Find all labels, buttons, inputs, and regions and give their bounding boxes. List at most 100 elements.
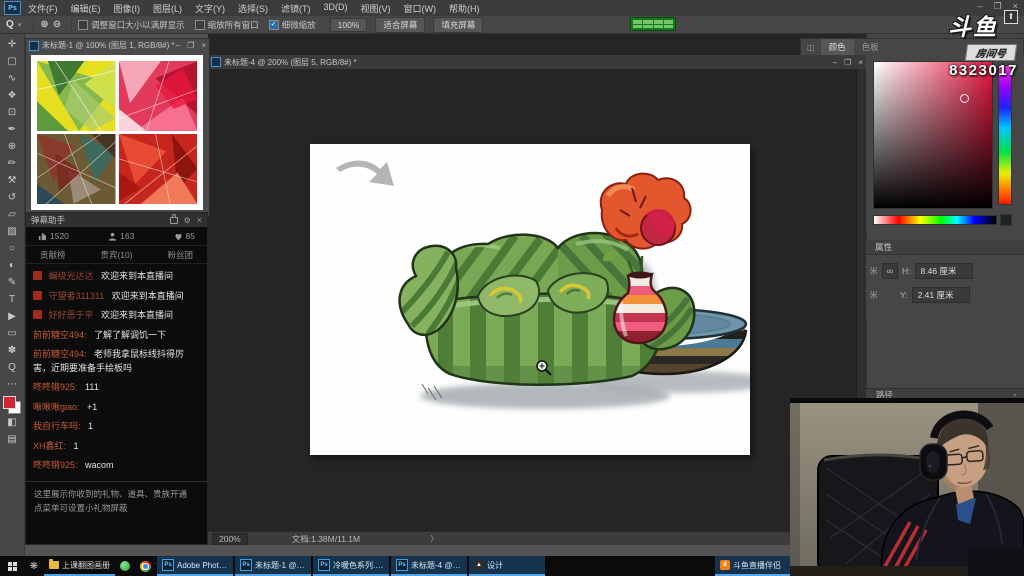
chat-username[interactable]: 前前糖空494:	[33, 349, 87, 359]
start-button[interactable]	[0, 562, 24, 571]
tool-item[interactable]: ✛	[2, 36, 23, 53]
minimize-icon[interactable]: –	[833, 58, 837, 67]
y-position-field[interactable]: 2.41 厘米	[912, 287, 970, 303]
chat-username[interactable]: 前前糖空494:	[33, 330, 87, 340]
app-label: 冷暖色系列.jpg @...	[333, 560, 384, 571]
tab-color[interactable]: 颜色	[821, 39, 854, 55]
chat-username[interactable]: 我自行车吗:	[33, 421, 81, 431]
menu-item[interactable]: 3D(D)	[324, 2, 348, 15]
status-arrow[interactable]: 〉	[430, 533, 439, 545]
foreground-color-swatch[interactable]	[3, 396, 16, 409]
chat-username[interactable]: 守望者311311	[49, 291, 105, 301]
tool-item[interactable]: Q	[2, 359, 23, 376]
restore-icon[interactable]: ❐	[844, 58, 851, 67]
chat-username[interactable]: 好好恶于平	[49, 310, 94, 320]
tool-item[interactable]: ⚒	[2, 172, 23, 189]
tool-item[interactable]: ⊡	[2, 104, 23, 121]
tool-item[interactable]: ✒	[2, 121, 23, 138]
height-field[interactable]: 8.46 厘米	[915, 263, 973, 279]
tool-item[interactable]: ▢	[2, 53, 23, 70]
green-app-icon[interactable]	[115, 561, 135, 571]
chat-header[interactable]: 弹幕助手 ⚙ ×	[26, 213, 207, 227]
zoom-out-button[interactable]: ⊖	[53, 19, 61, 30]
chat-username[interactable]: XH鑫红:	[33, 441, 66, 451]
chat-username[interactable]: 蝙级光达达	[49, 271, 94, 281]
taskbar-app-button[interactable]: d 斗鱼直播伴侣	[715, 556, 791, 576]
menu-item[interactable]: 图像(I)	[114, 2, 141, 15]
link-dimensions-icon[interactable]: ∞	[882, 263, 898, 279]
taskbar-app-button[interactable]: Ps 未标题-1 @ 100%...	[235, 556, 311, 576]
tool-item[interactable]: ◐	[2, 257, 23, 274]
tool-item[interactable]: ▨	[2, 223, 23, 240]
taskbar-app-button[interactable]: Ps 未标题-4 @ 200%...	[391, 556, 467, 576]
tool-item[interactable]: ⋯	[2, 376, 23, 393]
tool-item[interactable]: ✽	[2, 342, 23, 359]
gear-icon[interactable]: ⚙	[184, 216, 191, 225]
chat-username[interactable]: 啾啾啾giao:	[33, 402, 80, 412]
menu-item[interactable]: 滤镜(T)	[281, 2, 311, 15]
menu-item[interactable]: 窗口(W)	[404, 2, 437, 15]
close-icon[interactable]: ×	[201, 41, 206, 50]
thumbs-up-icon	[38, 232, 47, 241]
doc1-canvas[interactable]	[31, 55, 203, 210]
lock-icon[interactable]	[170, 217, 178, 224]
pinwheel-app-icon[interactable]: ❋	[24, 561, 44, 572]
quick-mask-button[interactable]: ◧	[2, 414, 23, 431]
zoom-all-windows-checkbox[interactable]	[195, 20, 205, 30]
fill-screen-button[interactable]: 填充屏幕	[433, 17, 483, 33]
menu-item[interactable]: 帮助(H)	[449, 2, 480, 15]
menu-item[interactable]: 文件(F)	[28, 2, 58, 15]
tool-item[interactable]: ✎	[2, 274, 23, 291]
zoom-in-button[interactable]: ⊕	[40, 19, 48, 30]
tool-item[interactable]: ○	[2, 240, 23, 257]
color-ramp[interactable]	[873, 215, 997, 225]
minimize-icon[interactable]: –	[176, 41, 180, 50]
doc1-titlebar[interactable]: 未标题-1 @ 100% (图层 1, RGB/8#) * – ❐ ×	[26, 39, 209, 52]
properties-panel-header[interactable]: 属性	[866, 240, 1024, 255]
tab-swatches[interactable]: 色板	[854, 39, 887, 55]
tool-item[interactable]: ⊕	[2, 138, 23, 155]
menu-item[interactable]: 图层(L)	[153, 2, 182, 15]
tool-item[interactable]: ▭	[2, 325, 23, 342]
chat-tab[interactable]: 贡献榜	[40, 249, 66, 261]
zoom-100-button[interactable]: 100%	[330, 18, 368, 32]
restore-icon[interactable]: ❐	[187, 41, 194, 50]
tool-item[interactable]: ❖	[2, 87, 23, 104]
chat-tab[interactable]: 贵宾(10)	[100, 249, 132, 261]
chat-message-row: XH鑫红: 1	[33, 440, 200, 454]
menu-item[interactable]: 文字(Y)	[195, 2, 225, 15]
scrubby-zoom-checkbox[interactable]: ✓	[269, 20, 279, 30]
chrome-icon[interactable]	[135, 561, 155, 572]
folder-taskbar-button[interactable]: 上课翻图画册	[44, 556, 115, 576]
taskbar-app-button[interactable]: ▲ 设计	[469, 556, 545, 576]
ramp-black-swatch[interactable]	[1000, 214, 1012, 226]
taskbar-app-button[interactable]: Ps Adobe Photoshop...	[157, 556, 233, 576]
tool-item[interactable]: T	[2, 291, 23, 308]
tool-item[interactable]: ▱	[2, 206, 23, 223]
zoom-tool-icon[interactable]: Q ▾	[6, 19, 21, 30]
taskbar-app-button[interactable]: Ps 冷暖色系列.jpg @...	[313, 556, 389, 576]
menu-item[interactable]: 视图(V)	[361, 2, 391, 15]
chat-messages[interactable]: 蝙级光达达 欢迎来到本直播间 守望者311311 欢迎来到本直播间 好好恶于平 …	[26, 264, 207, 481]
screen-mode-button[interactable]: ▤	[2, 431, 23, 448]
menu-item[interactable]: 选择(S)	[238, 2, 268, 15]
resize-windows-checkbox[interactable]	[78, 20, 88, 30]
tool-item[interactable]: ∿	[2, 70, 23, 87]
collapse-panels-icon[interactable]: ◫	[807, 43, 815, 52]
main-doc-titlebar[interactable]: 未标题-4 @ 200% (图层 5, RGB/8#) * – ❐ ×	[208, 55, 866, 69]
close-icon[interactable]: ×	[858, 58, 863, 67]
saturation-square[interactable]	[873, 61, 993, 209]
tool-item[interactable]: ✏	[2, 155, 23, 172]
chat-username[interactable]: 咚咚锵925:	[33, 382, 78, 392]
zoom-level-field[interactable]: 200%	[212, 533, 248, 545]
chat-tab[interactable]: 粉丝团	[167, 249, 193, 261]
tool-item[interactable]: ▶	[2, 308, 23, 325]
hue-slider[interactable]	[998, 65, 1012, 205]
canvas[interactable]	[310, 144, 750, 455]
close-icon[interactable]: ×	[197, 215, 202, 225]
fit-screen-button[interactable]: 适合屏幕	[375, 17, 425, 33]
tool-item[interactable]: ↺	[2, 189, 23, 206]
menu-item[interactable]: 编辑(E)	[71, 2, 101, 15]
chat-username[interactable]: 咚咚锵925:	[33, 460, 78, 470]
color-cursor[interactable]	[960, 94, 969, 103]
